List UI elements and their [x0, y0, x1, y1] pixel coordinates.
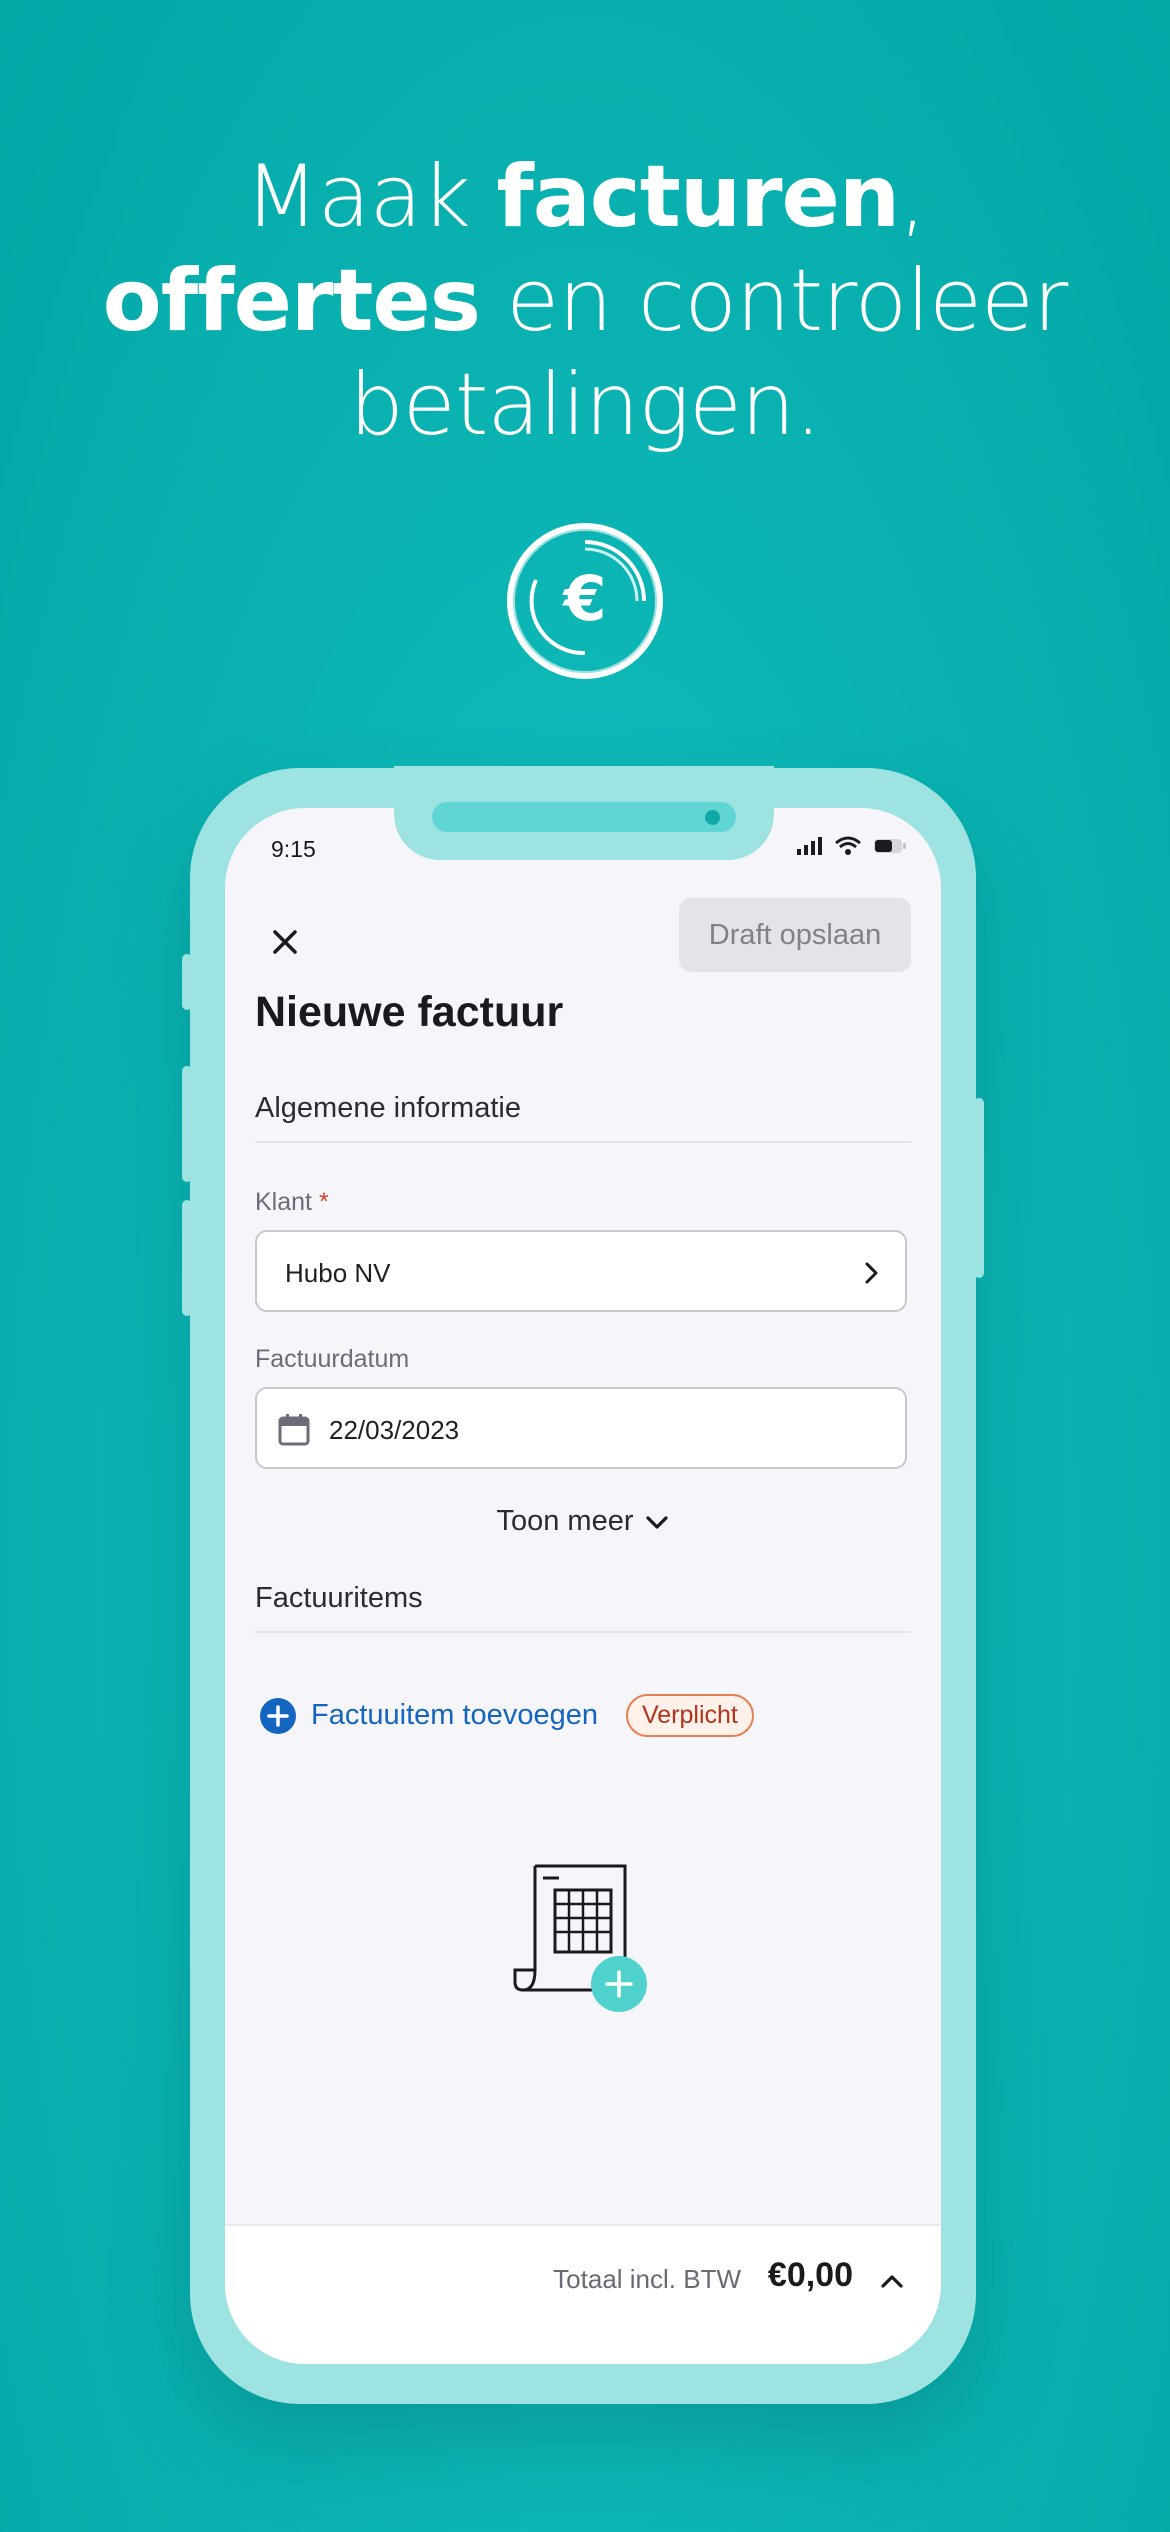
- chevron-right-icon: [865, 1262, 878, 1284]
- headline-line-1: Maak facturen,: [244, 147, 927, 247]
- section-header-items: Factuuritems: [255, 1582, 911, 1633]
- chevron-up-icon[interactable]: [877, 2266, 907, 2296]
- totals-footer: Totaal incl. BTW €0,00: [225, 2224, 941, 2364]
- headline-line-3: betalingen.: [349, 355, 822, 455]
- add-invoice-item-label: Factuuitem toevoegen: [311, 1699, 598, 1731]
- total-label: Totaal incl. BTW: [553, 2264, 741, 2294]
- invoice-date-label: Factuurdatum: [255, 1345, 410, 1373]
- wifi-icon: [835, 836, 861, 855]
- empty-invoice-illustration-icon: [513, 1864, 647, 2012]
- chevron-down-icon: [645, 1516, 668, 1529]
- invoice-date-value: 22/03/2023: [329, 1415, 460, 1445]
- invoice-date-field[interactable]: 22/03/2023: [255, 1387, 907, 1469]
- status-icons: [797, 836, 907, 856]
- phone-notch: [394, 766, 774, 860]
- client-label: Klant *: [255, 1188, 329, 1216]
- show-more-label: Toon meer: [496, 1505, 634, 1537]
- show-more-toggle[interactable]: Toon meer: [225, 1505, 941, 1538]
- close-icon[interactable]: [261, 918, 309, 966]
- required-badge: Verplicht: [625, 1694, 754, 1737]
- promo-headline: Maak facturen, offertes en controleer be…: [0, 145, 1170, 457]
- euro-coin-icon: €: [507, 523, 663, 679]
- battery-icon: [874, 839, 906, 853]
- total-value: €0,00: [767, 2256, 853, 2294]
- notch-speaker: [432, 802, 736, 832]
- status-time: 9:15: [271, 836, 316, 862]
- euro-symbol: €: [561, 562, 606, 635]
- headline-line-2: offertes en controleer: [102, 251, 1069, 351]
- plus-circle-icon: [260, 1697, 296, 1734]
- notch-camera: [705, 810, 720, 825]
- client-value: Hubo NV: [285, 1258, 391, 1288]
- side-button-volume-down: [182, 1200, 192, 1316]
- section-header-general: Algemene informatie: [255, 1092, 911, 1143]
- phone-frame: 9:15 Draft opslaan Nieuwe factuur Algeme…: [182, 768, 984, 2404]
- add-invoice-item-button[interactable]: Factuuitem toevoegen Verplicht: [259, 1694, 754, 1737]
- signal-icon: [797, 837, 822, 855]
- client-select[interactable]: Hubo NV: [255, 1230, 907, 1312]
- page-title: Nieuwe factuur: [255, 988, 564, 1036]
- side-button-mute: [182, 954, 192, 1010]
- save-draft-button[interactable]: Draft opslaan: [679, 898, 911, 972]
- calendar-icon: [278, 1414, 310, 1446]
- side-button-volume-up: [182, 1066, 192, 1182]
- side-button-power: [974, 1098, 984, 1278]
- app-screen: 9:15 Draft opslaan Nieuwe factuur Algeme…: [225, 808, 941, 2364]
